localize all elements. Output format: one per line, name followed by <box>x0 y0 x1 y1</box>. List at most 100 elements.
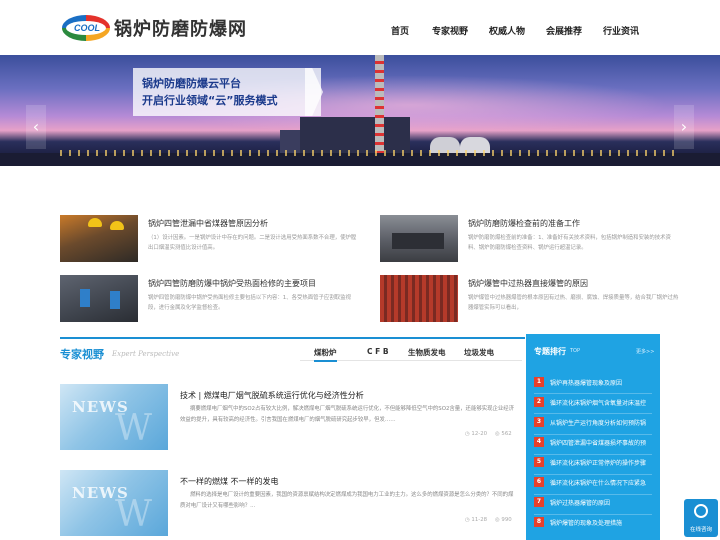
ranking-divider <box>534 474 652 475</box>
online-consult-label: 在线咨询 <box>689 527 712 533</box>
site-name: 锅炉防磨防爆网 <box>114 19 247 40</box>
logo-text: COOL <box>74 23 100 33</box>
views-value: 990 <box>501 517 512 523</box>
ranking-more-link[interactable]: 更多>> <box>636 348 654 355</box>
banner-chimney <box>375 55 384 153</box>
rank-text[interactable]: 从锅炉生产运行角度分析如何预防锅 <box>550 418 658 427</box>
ranking-item[interactable]: 1 锅炉再热器爆管现象及原因 <box>534 377 658 389</box>
ranking-item[interactable]: 7 锅炉过热器爆管的原因 <box>534 497 658 509</box>
ranking-item[interactable]: 8 锅炉爆管的现象及处理措施 <box>534 517 658 529</box>
banner-lights <box>60 150 680 156</box>
banner-headline: 锅炉防磨防爆云平台 <box>142 77 241 90</box>
rank-number: 3 <box>534 417 544 427</box>
article-summary: （1）设计因素。一是锅炉设计中存在的问题。二是设计选用受热面系数不合理，使炉膛出… <box>148 235 357 251</box>
article-title[interactable]: 锅炉爆管中过热器直接爆管的原因 <box>468 278 588 289</box>
article-thumbnail <box>60 215 138 262</box>
news-image: NEWS W <box>60 470 168 536</box>
article-thumbnail <box>60 275 138 322</box>
site-logo[interactable]: COOL <box>62 13 110 43</box>
ranking-item[interactable]: 2 循环流化床锅炉烟气含氧量对床温控 <box>534 397 658 409</box>
expert-article[interactable]: NEWS W 不一样的燃煤 不一样的发电 燃料的选择是电厂设计的重要因素，我国的… <box>60 470 520 538</box>
ranking-top-label: TOP <box>570 348 581 354</box>
ranking-divider <box>534 494 652 495</box>
rank-text[interactable]: 循环流化床锅炉烟气含氧量对床温控 <box>550 398 658 407</box>
views-value: 562 <box>501 431 512 437</box>
date-value: 12-20 <box>471 431 488 437</box>
rank-number: 1 <box>534 377 544 387</box>
headset-icon <box>694 504 708 518</box>
rank-number: 5 <box>534 457 544 467</box>
expert-article-title[interactable]: 技术 | 燃煤电厂烟气脱硫系统运行优化与经济性分析 <box>180 390 364 401</box>
hardhat-icon <box>110 221 124 230</box>
worker-shape <box>110 291 120 309</box>
banner-next-button[interactable]: › <box>674 105 694 149</box>
ranking-divider <box>534 393 652 394</box>
site-header: COOL 锅炉防磨防爆网 首页 专家视野 权威人物 会展推荐 行业资讯 <box>0 0 720 55</box>
article-title[interactable]: 锅炉四管防磨防爆中锅炉受热面检修的主要项目 <box>148 278 316 289</box>
rank-text[interactable]: 循环流化床锅炉正常停炉的操作步骤 <box>550 458 658 467</box>
ranking-item[interactable]: 5 循环流化床锅炉正常停炉的操作步骤 <box>534 457 658 469</box>
ranking-item[interactable]: 6 循环流化床锅炉在什么情况下应紧急 <box>534 477 658 489</box>
ranking-item[interactable]: 3 从锅炉生产运行角度分析如何预防锅 <box>534 417 658 429</box>
news-image-glyph: W <box>115 494 153 535</box>
hero-banner[interactable]: 锅炉防磨防爆云平台 开启行业领域“云”服务模式 ‹ › <box>0 55 720 166</box>
expert-article-views: ◎ 562 <box>495 431 512 437</box>
ranking-divider <box>534 454 652 455</box>
article-title[interactable]: 锅炉四管泄漏中省煤器管原因分析 <box>148 218 268 229</box>
rank-number: 2 <box>534 397 544 407</box>
article-summary: 锅炉防磨防爆检查前的准备：1、准备好有关技术资料，包括锅炉制造和安装的技术资料、… <box>468 235 671 251</box>
nav-home[interactable]: 首页 <box>391 24 409 37</box>
tab-cfb[interactable]: C F B <box>367 347 389 356</box>
expert-article[interactable]: NEWS W 技术 | 燃煤电厂烟气脱硫系统运行优化与经济性分析 摘要燃煤电厂烟… <box>60 384 520 452</box>
tab-pulverized-coal[interactable]: 煤粉炉 <box>314 347 337 362</box>
banner-subheadline: 开启行业领域“云”服务模式 <box>142 94 278 107</box>
expert-section-rule <box>60 337 525 339</box>
rank-text[interactable]: 循环流化床锅炉在什么情况下应紧急 <box>550 478 658 487</box>
expert-article-views: ◎ 990 <box>495 517 512 523</box>
topic-ranking-panel: 专题排行 TOP 更多>> 1 锅炉再热器爆管现象及原因 2 循环流化床锅炉烟气… <box>526 334 660 540</box>
online-consult-button[interactable]: 在线咨询 <box>684 499 718 537</box>
article-title[interactable]: 锅炉防磨防爆检查前的准备工作 <box>468 218 580 229</box>
article-card[interactable]: 锅炉防磨防爆检查前的准备工作 锅炉防磨防爆检查前的准备：1、准备好有关技术资料，… <box>380 215 680 265</box>
expert-article-summary: 摘要燃煤电厂烟气中的SO2占有较大比例，解决燃煤电厂烟气脱硫系统运行优化，不但能… <box>180 406 515 423</box>
ranking-divider <box>534 514 652 515</box>
tab-biomass[interactable]: 生物质发电 <box>408 347 446 358</box>
date-value: 11-28 <box>471 517 488 523</box>
article-card[interactable]: 锅炉爆管中过热器直接爆管的原因 锅炉爆管中过热器爆管的根本原因有过热、磨损、腐蚀… <box>380 275 680 325</box>
ranking-item[interactable]: 4 锅炉四管泄漏中省煤器损坏事故的预 <box>534 437 658 449</box>
expert-article-summary: 燃料的选择是电厂设计的重要因素，我国的资源禀赋结构决定燃煤成为我国电力工业的主力… <box>180 492 514 509</box>
expert-article-title[interactable]: 不一样的燃煤 不一样的发电 <box>180 476 279 487</box>
rank-number: 6 <box>534 477 544 487</box>
ranking-divider <box>534 434 652 435</box>
article-thumbnail <box>380 275 458 322</box>
ranking-divider <box>534 413 652 414</box>
nav-authority[interactable]: 权威人物 <box>489 24 525 37</box>
expert-section-title: 专家视野 <box>60 348 104 361</box>
rank-text[interactable]: 锅炉过热器爆管的原因 <box>550 498 658 507</box>
worker-shape <box>80 289 90 307</box>
expert-article-date: ◷ 12-20 <box>465 431 488 437</box>
meeting-table-shape <box>392 233 444 249</box>
rank-text[interactable]: 锅炉四管泄漏中省煤器损坏事故的预 <box>550 438 658 447</box>
nav-exhibition[interactable]: 会展推荐 <box>546 24 582 37</box>
article-summary: 锅炉爆管中过热器爆管的根本原因有过热、磨损、腐蚀、焊接质量等，结合我厂锅炉过热器… <box>468 295 679 311</box>
expert-article-date: ◷ 11-28 <box>465 517 488 523</box>
news-image: NEWS W <box>60 384 168 450</box>
banner-prev-button[interactable]: ‹ <box>26 105 46 149</box>
news-image-glyph: W <box>115 408 153 449</box>
ranking-title: 专题排行 <box>534 347 566 356</box>
rank-number: 4 <box>534 437 544 447</box>
nav-industry-news[interactable]: 行业资讯 <box>603 24 639 37</box>
rank-text[interactable]: 锅炉再热器爆管现象及原因 <box>550 378 658 387</box>
tab-waste-power[interactable]: 垃圾发电 <box>464 347 494 358</box>
article-thumbnail <box>380 215 458 262</box>
hardhat-icon <box>88 218 102 227</box>
rank-number: 7 <box>534 497 544 507</box>
rank-text[interactable]: 锅炉爆管的现象及处理措施 <box>550 518 658 527</box>
nav-expert[interactable]: 专家视野 <box>432 24 468 37</box>
expert-section-subtitle: Expert Perspective <box>112 350 180 358</box>
rank-number: 8 <box>534 517 544 527</box>
article-card[interactable]: 锅炉四管防磨防爆中锅炉受热面检修的主要项目 锅炉四管防磨防爆中锅炉受热面检修主要… <box>60 275 360 325</box>
article-summary: 锅炉四管防磨防爆中锅炉受热面检修主要包括以下内容：1、各受热面管子应割取监视段，… <box>148 295 351 311</box>
article-card[interactable]: 锅炉四管泄漏中省煤器管原因分析 （1）设计因素。一是锅炉设计中存在的问题。二是设… <box>60 215 360 265</box>
